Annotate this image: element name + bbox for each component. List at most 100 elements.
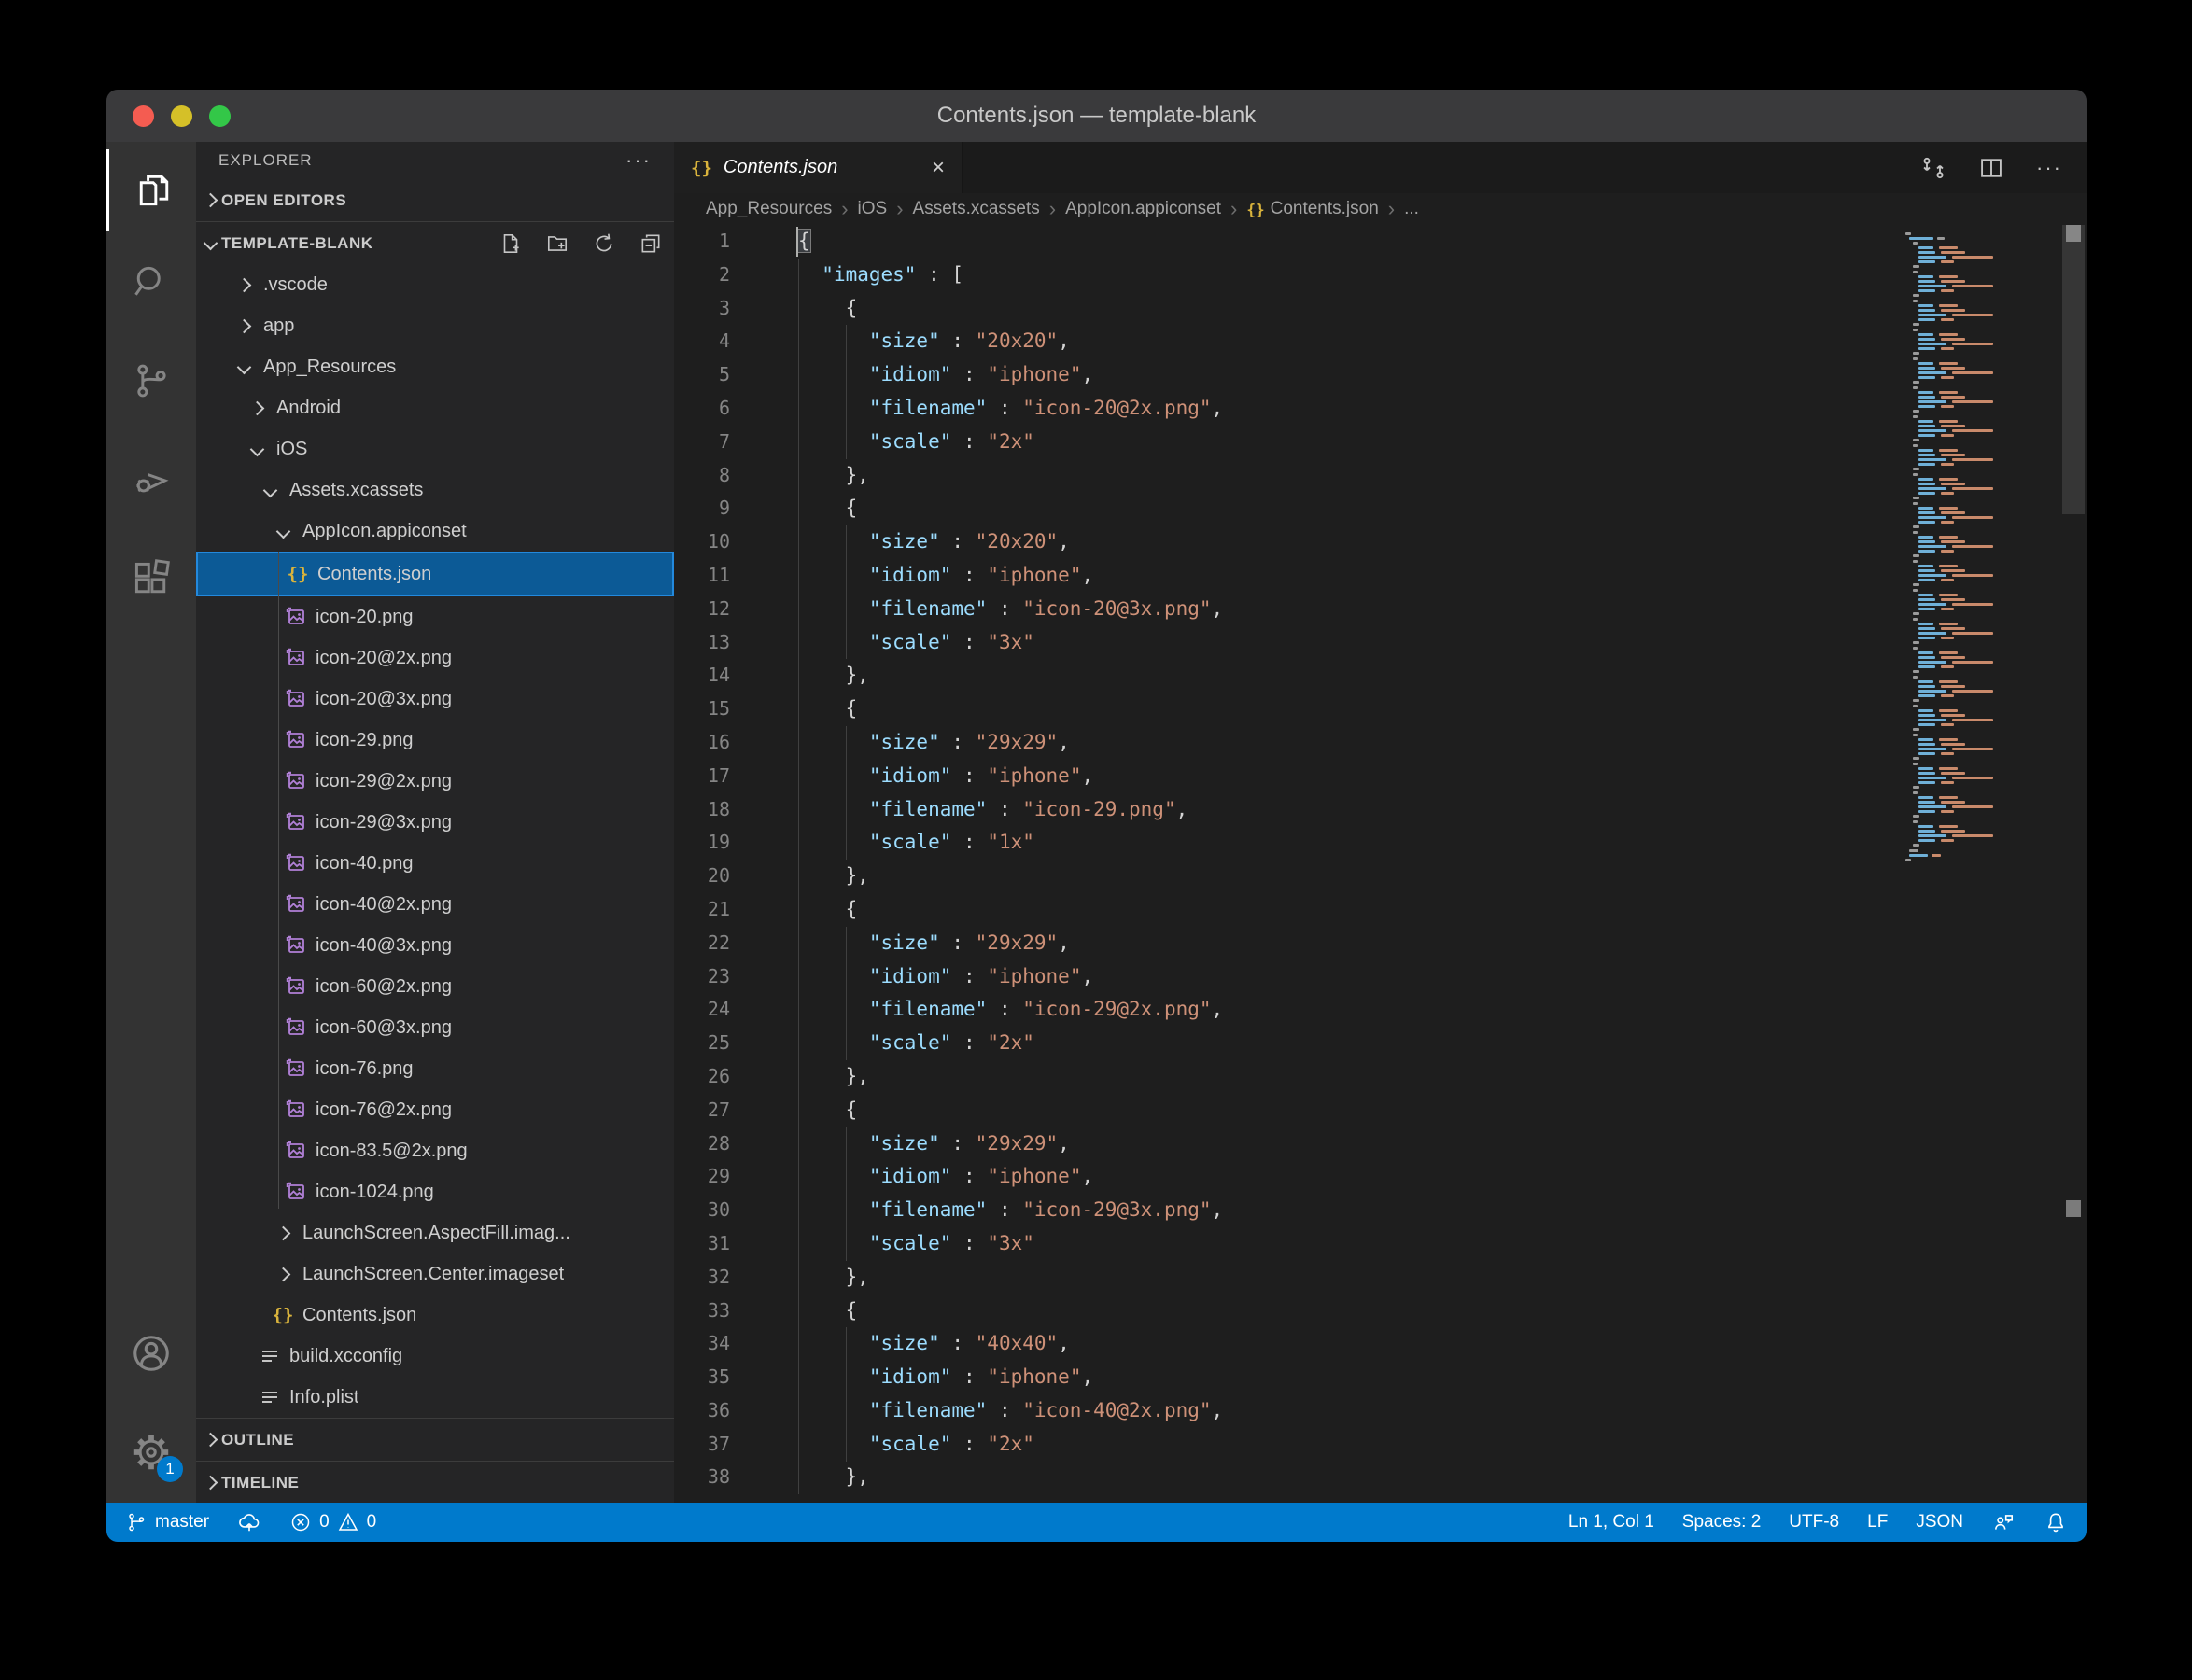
tree-item-app[interactable]: app [196,305,674,346]
explorer-more-actions-icon[interactable]: ··· [625,148,652,173]
code-line-29[interactable]: "idiom" : "iphone", [752,1160,1898,1194]
scrollbar-thumb[interactable] [2062,225,2085,514]
tree-item-contents-json[interactable]: {}Contents.json [196,552,674,596]
tree-item-icon-29-2x-png[interactable]: icon-29@2x.png [196,761,674,802]
encoding-status[interactable]: UTF-8 [1789,1512,1839,1533]
code-line-12[interactable]: "filename" : "icon-20@3x.png", [752,593,1898,626]
tree-item-android[interactable]: Android [196,387,674,428]
code-line-13[interactable]: "scale" : "3x" [752,626,1898,660]
new-file-icon[interactable] [499,231,523,256]
code-line-25[interactable]: "scale" : "2x" [752,1027,1898,1060]
breadcrumb-item-appicon-appiconset[interactable]: AppIcon.appiconset [1065,199,1221,219]
new-folder-icon[interactable] [545,231,569,256]
language-mode-status[interactable]: JSON [1916,1512,1963,1533]
section-workspace[interactable]: TEMPLATE-BLANK [196,221,674,264]
account-button[interactable] [106,1312,196,1394]
tree-item-icon-20-3x-png[interactable]: icon-20@3x.png [196,679,674,720]
tree-item-icon-40-png[interactable]: icon-40.png [196,843,674,884]
breadcrumb-item-assets-xcassets[interactable]: Assets.xcassets [913,199,1040,219]
code-line-7[interactable]: "scale" : "2x" [752,426,1898,459]
tree-item-icon-83-5-2x-png[interactable]: icon-83.5@2x.png [196,1130,674,1171]
code-line-1[interactable]: { [752,225,1898,259]
code-line-28[interactable]: "size" : "29x29", [752,1127,1898,1161]
tree-item-ios[interactable]: iOS [196,428,674,469]
code-line-9[interactable]: { [752,492,1898,525]
code-line-10[interactable]: "size" : "20x20", [752,525,1898,559]
sidebar-item-extensions[interactable] [106,538,196,620]
code-line-18[interactable]: "filename" : "icon-29.png", [752,793,1898,827]
tree-item-icon-76-png[interactable]: icon-76.png [196,1048,674,1089]
sidebar-item-explorer[interactable] [106,149,199,231]
code-line-30[interactable]: "filename" : "icon-29@3x.png", [752,1194,1898,1227]
tree-item-icon-40-3x-png[interactable]: icon-40@3x.png [196,925,674,966]
code-line-27[interactable]: { [752,1094,1898,1127]
breadcrumb-item-app-resources[interactable]: App_Resources [706,199,832,219]
code-editor[interactable]: 1234567891011121314151617181920212223242… [674,225,2087,1503]
editor-scrollbar[interactable] [2060,225,2087,1503]
tree-item-icon-60-3x-png[interactable]: icon-60@3x.png [196,1007,674,1048]
breadcrumb-item-contents-json[interactable]: {}Contents.json [1246,199,1378,219]
open-changes-icon[interactable] [1920,155,1946,181]
code-line-22[interactable]: "size" : "29x29", [752,927,1898,960]
indentation-status[interactable]: Spaces: 2 [1682,1512,1762,1533]
section-timeline[interactable]: TIMELINE [196,1461,674,1503]
problems-status[interactable]: 0 0 [289,1511,376,1533]
breadcrumb-item--[interactable]: ... [1404,199,1419,219]
tree-item-icon-40-2x-png[interactable]: icon-40@2x.png [196,884,674,925]
more-actions-icon[interactable]: ··· [2036,156,2062,180]
tree-item-launchscreen-center-imageset[interactable]: LaunchScreen.Center.imageset [196,1253,674,1295]
cursor-position-status[interactable]: Ln 1, Col 1 [1568,1512,1654,1533]
code-line-35[interactable]: "idiom" : "iphone", [752,1361,1898,1394]
tree-item-icon-20-2x-png[interactable]: icon-20@2x.png [196,637,674,679]
code-line-34[interactable]: "size" : "40x40", [752,1327,1898,1361]
code-line-38[interactable]: }, [752,1461,1898,1494]
code-line-33[interactable]: { [752,1295,1898,1328]
code-line-15[interactable]: { [752,693,1898,726]
section-open-editors[interactable]: OPEN EDITORS [196,179,674,221]
code-line-16[interactable]: "size" : "29x29", [752,726,1898,760]
code-line-5[interactable]: "idiom" : "iphone", [752,358,1898,392]
code-line-14[interactable]: }, [752,659,1898,693]
refresh-icon[interactable] [592,231,616,256]
code-line-26[interactable]: }, [752,1060,1898,1094]
notifications-button[interactable] [2044,1510,2068,1534]
code-line-8[interactable]: }, [752,459,1898,493]
code-line-17[interactable]: "idiom" : "iphone", [752,760,1898,793]
tree-item-icon-20-png[interactable]: icon-20.png [196,596,674,637]
tree-item-icon-76-2x-png[interactable]: icon-76@2x.png [196,1089,674,1130]
code-line-23[interactable]: "idiom" : "iphone", [752,960,1898,994]
tree-item-appicon-appiconset[interactable]: AppIcon.appiconset [196,511,674,552]
tab-contents-json[interactable]: {} Contents.json × [674,142,963,193]
code-line-21[interactable]: { [752,893,1898,927]
eol-status[interactable]: LF [1867,1512,1888,1533]
code-line-36[interactable]: "filename" : "icon-40@2x.png", [752,1394,1898,1428]
minimap[interactable] [1898,225,2060,1503]
tree-item-info-plist[interactable]: Info.plist [196,1377,674,1418]
sidebar-item-source-control[interactable] [106,340,196,422]
code-line-37[interactable]: "scale" : "2x" [752,1428,1898,1462]
code-line-31[interactable]: "scale" : "3x" [752,1227,1898,1261]
code-line-6[interactable]: "filename" : "icon-20@2x.png", [752,392,1898,426]
code-content[interactable]: { "images" : [ { "size" : "20x20", "idio… [752,225,1898,1503]
git-branch-status[interactable]: master [125,1511,209,1533]
code-line-19[interactable]: "scale" : "1x" [752,826,1898,860]
publish-changes-button[interactable] [237,1510,261,1534]
tree-item-icon-1024-png[interactable]: icon-1024.png [196,1171,674,1212]
settings-button[interactable]: 1 [106,1411,196,1493]
breadcrumb-item-ios[interactable]: iOS [858,199,888,219]
tree-item-icon-60-2x-png[interactable]: icon-60@2x.png [196,966,674,1007]
collapse-folders-icon[interactable] [639,231,663,256]
tree-item-build-xcconfig[interactable]: build.xcconfig [196,1336,674,1377]
code-line-32[interactable]: }, [752,1261,1898,1295]
code-line-11[interactable]: "idiom" : "iphone", [752,559,1898,593]
close-tab-icon[interactable]: × [932,155,945,181]
tree-item-icon-29-png[interactable]: icon-29.png [196,720,674,761]
split-editor-icon[interactable] [1978,155,2004,181]
tree-item-assets-xcassets[interactable]: Assets.xcassets [196,469,674,511]
tree-item-icon-29-3x-png[interactable]: icon-29@3x.png [196,802,674,843]
code-line-20[interactable]: }, [752,860,1898,893]
code-line-2[interactable]: "images" : [ [752,259,1898,292]
tree-item-app-resources[interactable]: App_Resources [196,346,674,387]
feedback-button[interactable] [1991,1510,2016,1534]
code-line-4[interactable]: "size" : "20x20", [752,325,1898,358]
